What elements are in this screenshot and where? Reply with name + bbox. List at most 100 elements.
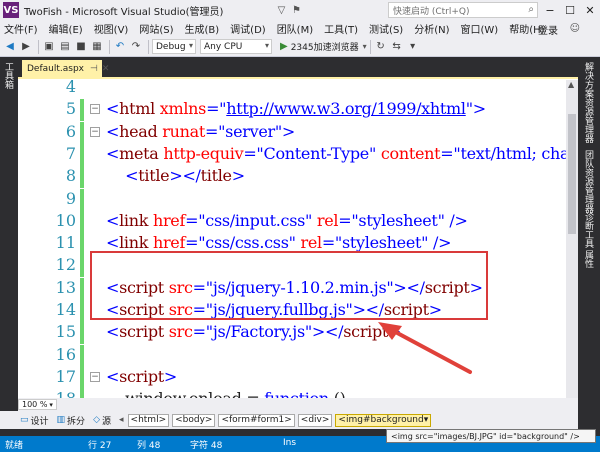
close-button[interactable]: ✕: [580, 0, 600, 20]
menu-item[interactable]: 编辑(E): [45, 21, 87, 36]
status-insert-mode: Ins: [283, 438, 297, 448]
platform-value: Any CPU: [204, 41, 243, 52]
menu-item[interactable]: 分析(N): [410, 21, 453, 36]
toolbar-options-icon[interactable]: ▾: [406, 40, 420, 54]
team-explorer-tab[interactable]: 团队资源管理器: [582, 150, 595, 213]
document-tab-row: Default.aspx ⊣ ✕: [18, 57, 578, 77]
code-token: title: [200, 166, 232, 186]
platform-dropdown[interactable]: Any CPU ▾: [200, 39, 272, 54]
breadcrumb-item[interactable]: <html>: [127, 413, 170, 427]
chevron-down-icon: ▾: [264, 41, 269, 50]
collapse-icon[interactable]: −: [90, 104, 100, 115]
breadcrumb-item[interactable]: <img#background▾: [335, 413, 432, 427]
quick-launch-placeholder: 快速启动 (Ctrl+Q): [393, 6, 470, 17]
menu-item[interactable]: 窗口(W): [457, 21, 503, 36]
undo-icon[interactable]: ↶: [113, 40, 127, 54]
status-column: 列 48: [137, 441, 161, 451]
chevron-down-icon: ▾: [49, 400, 53, 409]
code-token: (): [329, 389, 346, 398]
code-token: function: [264, 389, 329, 398]
code-token: <: [106, 143, 120, 163]
scroll-up-icon[interactable]: ▲: [568, 80, 574, 89]
menu-item[interactable]: 工具(T): [320, 21, 362, 36]
menu-item[interactable]: 调试(D): [226, 21, 270, 36]
maximize-button[interactable]: ☐: [560, 0, 580, 20]
filter-icon[interactable]: ▽: [275, 4, 287, 16]
breadcrumb-item[interactable]: <div>: [297, 413, 333, 427]
breadcrumb-left-icon[interactable]: ◂: [119, 415, 124, 425]
line-number: 16: [55, 344, 76, 364]
split-view-tab[interactable]: ▥ 拆分: [57, 414, 86, 427]
breadcrumb-item[interactable]: <body>: [172, 413, 216, 427]
code-token: link: [119, 233, 149, 253]
collapse-icon[interactable]: −: [90, 126, 100, 137]
notification-flag-icon[interactable]: ⚑: [290, 4, 302, 16]
line-number: 11: [55, 233, 76, 253]
login-link[interactable]: 登录: [538, 22, 558, 37]
tab-default-aspx[interactable]: Default.aspx ⊣ ✕: [22, 60, 109, 77]
configuration-dropdown[interactable]: Debug ▾: [152, 39, 196, 54]
breadcrumb-item[interactable]: <form#form1>: [218, 413, 295, 427]
code-text: <link href="css/input.css" rel="styleshe…: [106, 211, 468, 230]
code-token: =": [440, 143, 461, 163]
code-token: window.onload =: [106, 389, 264, 398]
save-icon[interactable]: ■: [74, 40, 88, 54]
code-line: 17 − <script>: [18, 366, 566, 389]
solution-explorer-tab[interactable]: 解决方案资源管理器: [582, 62, 595, 143]
design-view-tab[interactable]: ▭ 设计: [20, 414, 49, 427]
change-indicator: [80, 79, 84, 99]
redo-icon[interactable]: ↷: [129, 40, 143, 54]
split-label: 拆分: [67, 416, 86, 427]
code-token: content: [380, 143, 441, 163]
open-file-icon[interactable]: ▤: [58, 40, 72, 54]
menu-item[interactable]: 视图(V): [90, 21, 133, 36]
browser-link-icon[interactable]: ⇆: [390, 40, 404, 54]
change-indicator: [80, 210, 84, 233]
menu-item[interactable]: 网站(S): [135, 21, 177, 36]
quick-launch-input[interactable]: 快速启动 (Ctrl+Q) ⌕: [388, 2, 538, 18]
save-all-icon[interactable]: ▦: [90, 40, 104, 54]
zoom-dropdown[interactable]: 100 % ▾: [18, 399, 57, 410]
minimize-button[interactable]: −: [540, 0, 560, 20]
design-icon: ▭: [20, 415, 29, 425]
scrollbar-thumb[interactable]: [568, 114, 576, 234]
start-debugging-button[interactable]: ▶ 2345加速浏览器 ▾: [280, 40, 367, 53]
pin-icon[interactable]: ⊣: [90, 64, 98, 74]
vertical-scrollbar[interactable]: ▲: [566, 80, 578, 398]
code-token: <: [106, 322, 120, 342]
properties-tab[interactable]: 属性: [582, 250, 595, 268]
change-indicator: [80, 389, 84, 398]
refresh-icon[interactable]: ↻: [374, 40, 388, 54]
code-editor[interactable]: 4 5− <html xmlns="http://www.w3.org/1999/x…: [18, 77, 578, 398]
forward-icon[interactable]: ▶: [19, 40, 33, 54]
menu-item[interactable]: 团队(M): [273, 21, 317, 36]
code-token: stylesheet: [341, 233, 422, 253]
close-icon[interactable]: ✕: [102, 64, 110, 74]
chevron-down-icon[interactable]: ▾: [363, 42, 367, 51]
change-indicator: [80, 255, 84, 278]
code-token: script: [119, 366, 164, 386]
tab-label: Default.aspx: [27, 63, 84, 74]
collapse-icon[interactable]: −: [90, 371, 100, 382]
code-token: =": [321, 233, 342, 253]
toolbox-tab[interactable]: 工具箱: [3, 62, 15, 89]
code-token: <: [106, 210, 120, 230]
menu-item[interactable]: 测试(S): [365, 21, 407, 36]
source-view-tab[interactable]: ◇ 源: [93, 414, 111, 427]
code-line: 15 <script src="js/Factory.js"></script>: [18, 322, 566, 345]
menu-item[interactable]: 文件(F): [0, 21, 42, 36]
code-token: http://www.w3.org/1999/xhtml: [226, 99, 466, 119]
change-indicator: [80, 233, 84, 256]
menu-item[interactable]: 生成(B): [181, 21, 224, 36]
search-icon[interactable]: ⌕: [528, 4, 534, 15]
zoom-value: 100 %: [22, 400, 48, 409]
diagnostic-tools-tab[interactable]: 诊断工具: [582, 212, 595, 248]
new-project-icon[interactable]: ▣: [42, 40, 56, 54]
change-indicator: [80, 143, 84, 166]
change-indicator: [80, 99, 84, 122]
line-number: 4: [65, 77, 76, 96]
code-token: title: [138, 166, 170, 186]
feedback-icon[interactable]: ☺: [570, 23, 580, 34]
code-line: 8 <title></title>: [18, 166, 566, 189]
back-icon[interactable]: ◀: [3, 40, 17, 54]
